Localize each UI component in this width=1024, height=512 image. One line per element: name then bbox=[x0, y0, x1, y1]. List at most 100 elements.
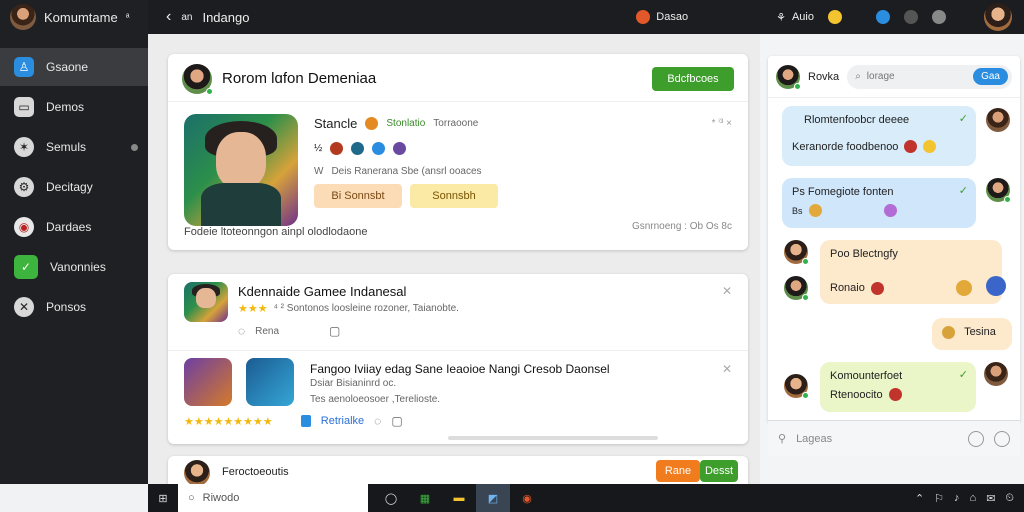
chat-avatar[interactable] bbox=[776, 64, 801, 90]
taskview-icon[interactable]: ◯ bbox=[374, 484, 408, 512]
game-icon[interactable] bbox=[372, 142, 386, 155]
game-icon[interactable] bbox=[330, 142, 344, 155]
settings-icon[interactable] bbox=[904, 10, 918, 24]
tray-icon[interactable]: ✉ bbox=[986, 492, 995, 505]
close-icon[interactable]: ✕ bbox=[722, 362, 732, 376]
chat-avatar[interactable] bbox=[986, 178, 1011, 203]
chat-avatar[interactable] bbox=[986, 108, 1010, 132]
feed-card: Kdennaide Gamee Indanesal ★★★ ⁴ ² Sonton… bbox=[168, 274, 748, 444]
bottom-card-text: Feroctoeoutis bbox=[222, 466, 289, 478]
sidebar-item-label: Vanonnies bbox=[50, 260, 106, 274]
attach-icon[interactable]: ⚲ bbox=[778, 432, 786, 445]
emoji-icon bbox=[888, 388, 902, 401]
message-input[interactable]: Lageas bbox=[796, 433, 832, 445]
chat-message[interactable]: Poo Blectngfy Ronaio bbox=[820, 240, 1002, 304]
sidebar-item-semuls[interactable]: ✶ Semuls bbox=[0, 128, 148, 166]
author-avatar[interactable] bbox=[184, 460, 210, 486]
post-thumbnail[interactable] bbox=[184, 282, 228, 322]
sidebar-item-dardaes[interactable]: ◉ Dardaes bbox=[0, 208, 148, 246]
emoji-icon bbox=[942, 326, 955, 339]
close-icon[interactable]: ✕ bbox=[722, 284, 732, 298]
comment-icon[interactable]: ◌ bbox=[238, 324, 245, 338]
taskbar-search[interactable]: ○ Riwodo bbox=[178, 484, 368, 512]
chat-composer[interactable]: ⚲ Lageas bbox=[768, 420, 1020, 456]
taskbar-search-input[interactable]: Riwodo bbox=[203, 492, 240, 504]
author-avatar[interactable] bbox=[182, 63, 213, 95]
post-rating: ★★★ bbox=[238, 303, 268, 315]
back-icon[interactable]: ‹ bbox=[166, 8, 171, 26]
audio-control[interactable]: ⚘ Auio bbox=[776, 11, 814, 24]
user-avatar[interactable] bbox=[984, 3, 1012, 31]
comment-icon[interactable]: ◌ bbox=[374, 414, 381, 428]
read-check-icon: ✓ bbox=[958, 369, 968, 381]
app-icon[interactable]: ▦ bbox=[408, 484, 442, 512]
primary-action-button[interactable]: Bdcfbcoes bbox=[652, 66, 734, 91]
post-thumbnail[interactable] bbox=[184, 358, 232, 406]
chat-avatar[interactable] bbox=[784, 240, 809, 265]
secondary-button[interactable]: Bi Sonnsbt bbox=[314, 184, 402, 208]
chat-panel: Rovka ⌕ lorage Gaa Rlomtenfoobcr deeee K… bbox=[768, 56, 1020, 424]
messenger-icon[interactable] bbox=[876, 10, 890, 24]
tertiary-button[interactable]: Sonnsbh bbox=[410, 184, 498, 208]
game-icon[interactable] bbox=[351, 142, 365, 155]
tray-icon[interactable]: ⏲ bbox=[1005, 492, 1014, 505]
message-text: Rtenoocito bbox=[830, 388, 883, 401]
post-link[interactable]: Retrialke bbox=[321, 415, 364, 427]
start-button[interactable]: ⊞ bbox=[148, 492, 178, 505]
status-indicator[interactable]: Dasao bbox=[636, 10, 688, 24]
share-icon[interactable]: ▢ bbox=[329, 324, 340, 338]
game-meta-1: Stonlatio bbox=[386, 118, 426, 129]
chat-avatar[interactable] bbox=[986, 276, 1006, 296]
search-button[interactable]: Gaa bbox=[973, 68, 1008, 85]
chat-message[interactable]: Ps Fomegiote fonten Bs ✓ bbox=[782, 178, 976, 228]
sidebar-item-ponsos[interactable]: ✕ Ponsos bbox=[0, 288, 148, 326]
tray-icon[interactable]: ⌂ bbox=[970, 492, 977, 504]
sidebar-item-decitagy[interactable]: ⚙ Decitagy bbox=[0, 168, 148, 206]
mic-icon[interactable] bbox=[994, 430, 1010, 447]
post-title[interactable]: Kdennaide Gamee Indanesal bbox=[238, 284, 406, 299]
scrollbar[interactable] bbox=[448, 436, 658, 440]
chat-message[interactable]: Rlomtenfoobcr deeee Keranorde foodbenoo … bbox=[782, 106, 976, 166]
bookmark-icon[interactable] bbox=[300, 415, 311, 427]
folder-icon[interactable]: ▬ bbox=[442, 484, 476, 512]
tray-icon[interactable]: ⌃ bbox=[915, 492, 924, 505]
profile-suffix: ᵃ bbox=[125, 11, 130, 23]
post-title[interactable]: Fangoo Iviiay edag Sane Ieaoioe Nangi Cr… bbox=[310, 362, 610, 376]
post-thumbnail[interactable] bbox=[246, 358, 294, 406]
browser-icon[interactable]: ◉ bbox=[510, 484, 544, 512]
chat-avatar[interactable] bbox=[784, 374, 809, 399]
chat-message[interactable]: Komounterfoet Rtenoocito ✓ bbox=[820, 362, 976, 412]
sidebar-item-demos[interactable]: ▭ Demos bbox=[0, 88, 148, 126]
share-icon[interactable]: ▢ bbox=[391, 414, 402, 428]
sidebar-item-vanonnies[interactable]: ✓ Vanonnies bbox=[0, 248, 148, 286]
app-icon[interactable]: ◩ bbox=[476, 484, 510, 512]
people-icon: ⚘ bbox=[776, 11, 786, 24]
comment-label[interactable]: Rena bbox=[255, 326, 279, 337]
profile-avatar[interactable] bbox=[10, 4, 36, 30]
orange-button[interactable]: Rane bbox=[656, 460, 700, 482]
emoji-icon bbox=[923, 140, 937, 153]
emoji-icon[interactable] bbox=[828, 10, 842, 24]
emoji-icon[interactable] bbox=[968, 430, 984, 447]
chat-search[interactable]: ⌕ lorage Gaa bbox=[847, 64, 1012, 89]
card-corner-meta[interactable]: * ⁱ³ × bbox=[712, 118, 732, 129]
tags-prefix: W bbox=[314, 166, 324, 177]
star-icon: ✶ bbox=[14, 137, 34, 157]
tray-icon[interactable]: ⚐ bbox=[934, 492, 944, 505]
sidebar-profile[interactable]: Komumtame ᵃ bbox=[0, 0, 148, 34]
check-icon: ✓ bbox=[14, 255, 38, 279]
green-button[interactable]: Desst bbox=[700, 460, 738, 482]
chat-avatar[interactable] bbox=[984, 362, 1008, 386]
game-icon[interactable] bbox=[393, 142, 407, 155]
sidebar-item-gsaone[interactable]: ♙ Gsaone bbox=[0, 48, 148, 86]
emoji-icon bbox=[955, 280, 972, 296]
app-icon[interactable] bbox=[544, 484, 578, 512]
chat-avatar[interactable] bbox=[784, 276, 809, 301]
tray-icon[interactable]: ♪ bbox=[954, 492, 960, 504]
search-input[interactable]: lorage bbox=[867, 71, 895, 82]
chat-message[interactable]: Tesina bbox=[932, 318, 1012, 350]
system-tray: ⌃ ⚐ ♪ ⌂ ✉ ⏲ bbox=[915, 492, 1024, 505]
notification-icon[interactable] bbox=[932, 10, 946, 24]
sidebar: Komumtame ᵃ ♙ Gsaone ▭ Demos ✶ Semuls ⚙ … bbox=[0, 0, 148, 484]
game-cover-image[interactable] bbox=[184, 114, 298, 226]
